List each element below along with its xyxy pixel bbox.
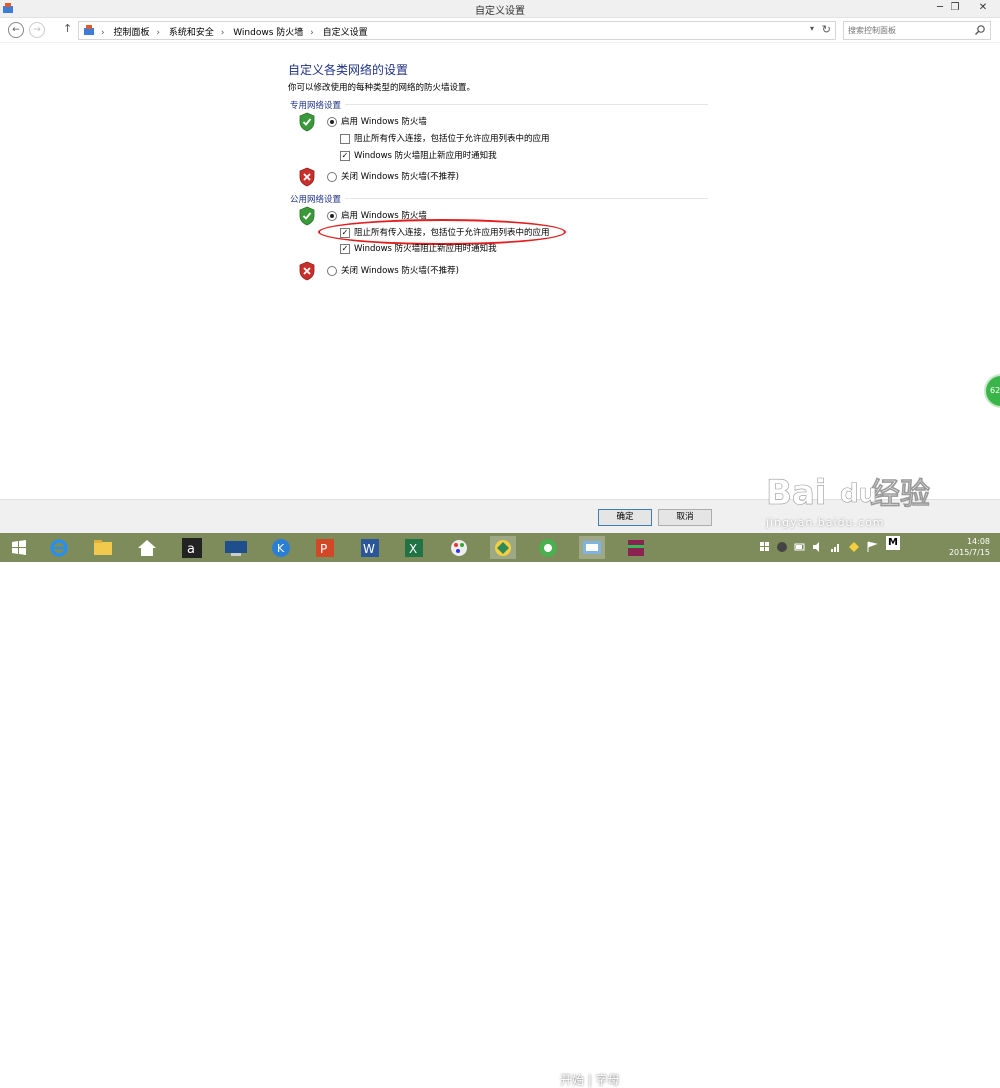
svg-text:经验: 经验 [870,477,930,512]
taskbar-clock[interactable]: 14:08 2015/7/15 [949,536,990,558]
divider [345,104,708,105]
breadcrumb-item-system-security[interactable]: 系统和安全 [169,28,214,38]
svg-text:a: a [187,542,195,557]
360-browser-icon[interactable] [535,536,561,559]
ok-button[interactable]: 确定 [598,509,652,526]
radio-button[interactable] [327,116,337,127]
option-label: 启用 Windows 防火墙 [341,117,427,127]
divider [345,198,708,199]
svg-text:K: K [277,542,285,555]
private-disable-firewall-radio[interactable]: 关闭 Windows 防火墙(不推荐) [327,170,459,182]
breadcrumb-item-custom-settings[interactable]: 自定义设置 [323,28,368,38]
option-label: 关闭 Windows 防火墙(不推荐) [341,172,459,182]
security-app-icon[interactable] [490,536,516,559]
search-input[interactable] [848,24,968,36]
private-network-label: 专用网络设置 [290,101,342,111]
navigation-bar: ← → ↑ › 控制面板 › 系统和安全 › Windows 防火墙 › 自定义… [0,18,1000,43]
maximize-button[interactable]: ❐ [943,0,967,17]
tray-app-icon[interactable] [776,541,788,553]
red-shield-icon [299,167,315,187]
chevron-right-icon: › [101,28,105,38]
winrar-icon[interactable] [623,536,649,559]
private-block-all-checkbox[interactable]: 阻止所有传入连接，包括位于允许应用列表中的应用 [340,132,550,144]
checkbox-checked[interactable]: ✓ [340,150,350,161]
svg-text:X: X [409,542,417,556]
k-app-icon[interactable]: K [268,536,294,559]
public-notify-checkbox[interactable]: ✓ Windows 防火墙阻止新应用时通知我 [340,242,497,254]
security-tray-icon[interactable] [848,541,860,553]
green-shield-icon [299,112,315,132]
clock-date: 2015/7/15 [948,548,990,557]
settings-panel: 自定义各类网络的设置 你可以修改使用的每种类型的网络的防火墙设置。 专用网络设置… [0,43,1000,499]
amazon-icon[interactable]: a [179,536,205,559]
private-notify-checkbox[interactable]: ✓ Windows 防火墙阻止新应用时通知我 [340,149,497,161]
network-icon[interactable] [830,541,842,553]
radio-button[interactable] [327,265,337,276]
ime-indicator[interactable]: M [886,536,900,550]
checkbox[interactable] [340,133,350,144]
clock-time: 14:08 [966,537,990,546]
breadcrumb: › 控制面板 › 系统和安全 › Windows 防火墙 › 自定义设置 [101,25,372,38]
paint-icon[interactable] [446,536,472,559]
green-shield-icon [299,206,315,226]
system-tray: M [756,533,906,562]
public-disable-firewall-radio[interactable]: 关闭 Windows 防火墙(不推荐) [327,264,459,276]
up-button[interactable]: ↑ [63,22,72,35]
chevron-right-icon[interactable]: › [156,28,160,38]
chevron-right-icon[interactable]: › [310,28,314,38]
address-bar[interactable]: › 控制面板 › 系统和安全 › Windows 防火墙 › 自定义设置 ▾ ↻ [78,21,836,40]
svg-text:du: du [840,479,877,509]
taskbar: a K P W X 开始 | 字母 M 14:08 2015/7/15 [0,533,1000,1087]
baidu-logo-watermark: Bai 经验 du [766,452,930,512]
windows-tray-icon[interactable] [760,542,770,552]
option-label: 关闭 Windows 防火墙(不推荐) [341,266,459,276]
home-icon[interactable] [134,536,160,559]
powerpoint-icon[interactable]: P [312,536,338,559]
flag-icon[interactable] [866,541,878,553]
page-description: 你可以修改使用的每种类型的网络的防火墙设置。 [288,83,476,93]
option-label: 阻止所有传入连接，包括位于允许应用列表中的应用 [354,134,550,144]
close-button[interactable]: ✕ [966,0,1000,17]
title-bar: 自定义设置 ─ ❐ ✕ [0,0,1000,18]
svg-text:Bai: Bai [766,473,827,512]
breadcrumb-item-control-panel[interactable]: 控制面板 [113,28,149,38]
forward-button[interactable]: → [29,22,45,38]
internet-explorer-icon[interactable] [46,536,72,559]
watermark-url: jingyan.baidu.com [766,516,885,529]
svg-text:W: W [363,542,375,556]
back-button[interactable]: ← [8,22,24,38]
search-icon[interactable] [974,24,986,36]
taskbar-overlay-text: 开始 | 字母 [560,1073,620,1087]
refresh-icon[interactable]: ↻ [822,23,831,36]
window-title: 自定义设置 [475,6,525,17]
chevron-right-icon[interactable]: › [221,28,225,38]
breadcrumb-item-firewall[interactable]: Windows 防火墙 [233,28,303,38]
word-icon[interactable]: W [357,536,383,559]
cancel-button[interactable]: 取消 [658,509,712,526]
search-box[interactable] [843,21,991,40]
option-label: Windows 防火墙阻止新应用时通知我 [354,244,497,254]
option-label: Windows 防火墙阻止新应用时通知我 [354,151,497,161]
control-panel-icon [84,25,94,35]
private-enable-firewall-radio[interactable]: 启用 Windows 防火墙 [327,115,427,127]
red-shield-icon [299,261,315,281]
battery-icon[interactable] [794,541,806,553]
excel-icon[interactable]: X [401,536,427,559]
file-explorer-icon[interactable] [90,536,116,559]
page-title: 自定义各类网络的设置 [288,63,409,77]
volume-icon[interactable] [812,541,824,553]
chevron-down-icon[interactable]: ▾ [810,24,814,33]
public-network-label: 公用网络设置 [290,195,342,205]
checkbox-checked[interactable]: ✓ [340,243,350,254]
control-panel-taskbar-icon[interactable] [579,536,605,559]
radio-button[interactable] [327,210,337,221]
svg-text:P: P [320,542,327,556]
radio-button[interactable] [327,171,337,182]
start-windows-icon[interactable] [6,536,32,559]
lenovo-icon[interactable] [223,536,249,559]
